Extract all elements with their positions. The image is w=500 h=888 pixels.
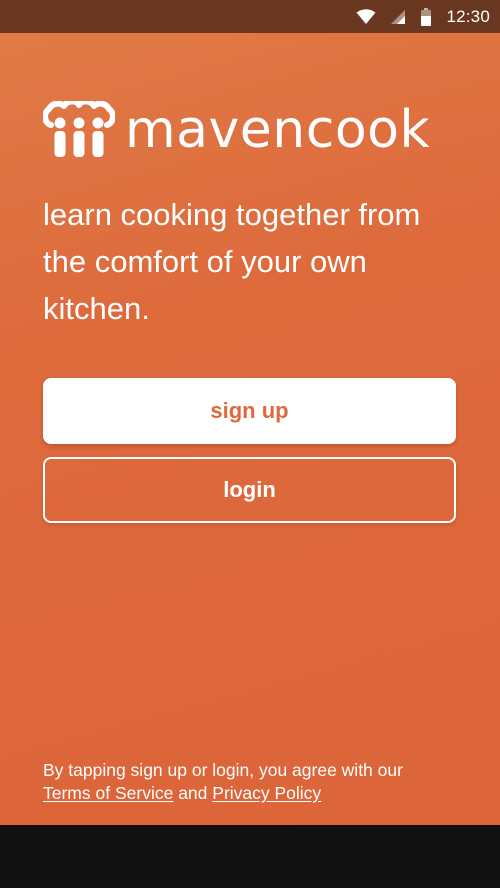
wifi-icon [356, 8, 376, 24]
legal-notice: By tapping sign up or login, you agree w… [43, 759, 463, 805]
login-label: login [223, 477, 276, 502]
app-content: mavencook learn cooking together from th… [0, 33, 500, 825]
login-screen: 12:30 mavencook learn cooking together f… [0, 0, 500, 888]
cell-signal-icon [391, 9, 406, 24]
brand-name: mavencook [125, 100, 431, 160]
tagline: learn cooking together from the comfort … [43, 197, 421, 326]
status-time: 12:30 [446, 6, 490, 26]
legal-prefix: By tapping sign up or login, you agree w… [43, 760, 403, 780]
login-button[interactable]: login [43, 457, 456, 523]
legal-conjunction: and [178, 783, 208, 803]
sign-up-button[interactable]: sign up [43, 378, 456, 444]
status-icons: 12:30 [356, 0, 490, 33]
brand-logo: mavencook [43, 101, 430, 159]
navigation-bar [0, 825, 500, 888]
status-bar: 12:30 [0, 0, 500, 33]
terms-of-service-link[interactable]: Terms of Service [43, 783, 173, 803]
privacy-policy-link[interactable]: Privacy Policy [212, 783, 321, 803]
chef-hat-people-icon [43, 101, 115, 157]
battery-icon [421, 7, 432, 26]
sign-up-label: sign up [210, 398, 289, 423]
